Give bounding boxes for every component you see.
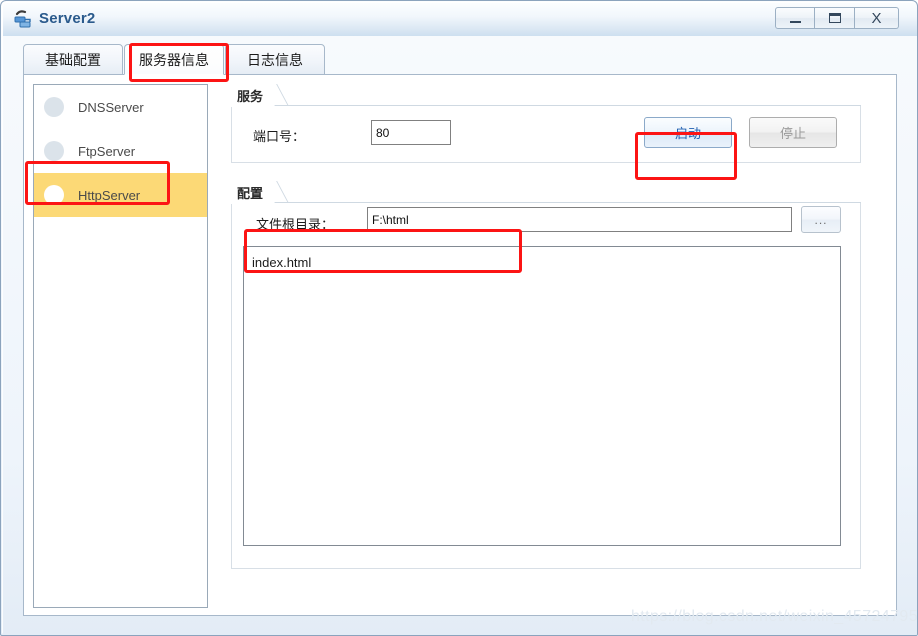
server-network-icon: [13, 9, 35, 31]
tab-log-info[interactable]: 日志信息: [225, 44, 325, 75]
status-dot-icon: [44, 97, 64, 117]
service-groupbox-header: 服务: [231, 84, 289, 107]
tab-log-info-label: 日志信息: [247, 51, 303, 68]
close-icon: X: [871, 9, 882, 27]
tab-server-info-label: 服务器信息: [139, 51, 209, 68]
application-window: Server2 X 基础配置 服务器信息 日志信息 DNSServer FtpS…: [0, 0, 918, 636]
start-button-label: 启动: [674, 126, 701, 141]
stop-button-label: 停止: [779, 126, 806, 141]
maximize-icon: [828, 13, 841, 23]
tab-page-server-info: DNSServer FtpServer HttpServer 服务 端口号： 8…: [23, 74, 897, 616]
root-directory-label: 文件根目录：: [256, 217, 335, 232]
server-list[interactable]: DNSServer FtpServer HttpServer: [33, 84, 208, 608]
tab-server-info[interactable]: 服务器信息: [124, 44, 224, 75]
client-area: 基础配置 服务器信息 日志信息 DNSServer FtpServer Http…: [3, 36, 917, 635]
title-bar[interactable]: Server2 X: [3, 3, 917, 36]
service-groupbox-title: 服务: [237, 89, 264, 104]
config-groupbox-header: 配置: [231, 181, 289, 204]
browse-button-label: ...: [814, 212, 828, 227]
close-button[interactable]: X: [855, 7, 899, 29]
window-title: Server2: [39, 10, 96, 27]
browse-button[interactable]: ...: [801, 206, 841, 233]
sidebar-item-label: DNSServer: [78, 99, 144, 115]
status-dot-icon: [44, 185, 64, 205]
service-groupbox-underline: [293, 105, 861, 106]
sidebar-item-ftpserver[interactable]: FtpServer: [34, 129, 207, 173]
stop-button[interactable]: 停止: [749, 117, 837, 148]
list-item[interactable]: index.html: [252, 253, 832, 273]
sidebar-item-dnsserver[interactable]: DNSServer: [34, 85, 207, 129]
config-groupbox-title: 配置: [237, 186, 264, 201]
config-groupbox-underline: [293, 202, 861, 203]
sidebar-item-httpserver[interactable]: HttpServer: [34, 173, 207, 217]
sidebar-item-label: FtpServer: [78, 143, 136, 159]
port-label: 端口号：: [253, 129, 306, 144]
root-directory-input[interactable]: [367, 207, 792, 232]
start-button[interactable]: 启动: [644, 117, 732, 148]
config-groupbox: 配置 文件根目录： ... index.html: [231, 181, 861, 569]
service-groupbox: 服务 端口号： 启动 停止: [231, 84, 861, 163]
minimize-button[interactable]: [775, 7, 815, 29]
tab-basic-config[interactable]: 基础配置: [23, 44, 123, 75]
server-detail-panel: 服务 端口号： 启动 停止: [219, 84, 889, 608]
minimize-icon: [789, 20, 801, 23]
status-dot-icon: [44, 141, 64, 161]
port-input[interactable]: [371, 120, 451, 145]
sidebar-item-label: HttpServer: [78, 187, 141, 203]
maximize-button[interactable]: [815, 7, 855, 29]
tab-basic-config-label: 基础配置: [45, 51, 101, 68]
tab-strip: 基础配置 服务器信息 日志信息: [23, 44, 897, 75]
file-list[interactable]: index.html: [243, 246, 841, 546]
